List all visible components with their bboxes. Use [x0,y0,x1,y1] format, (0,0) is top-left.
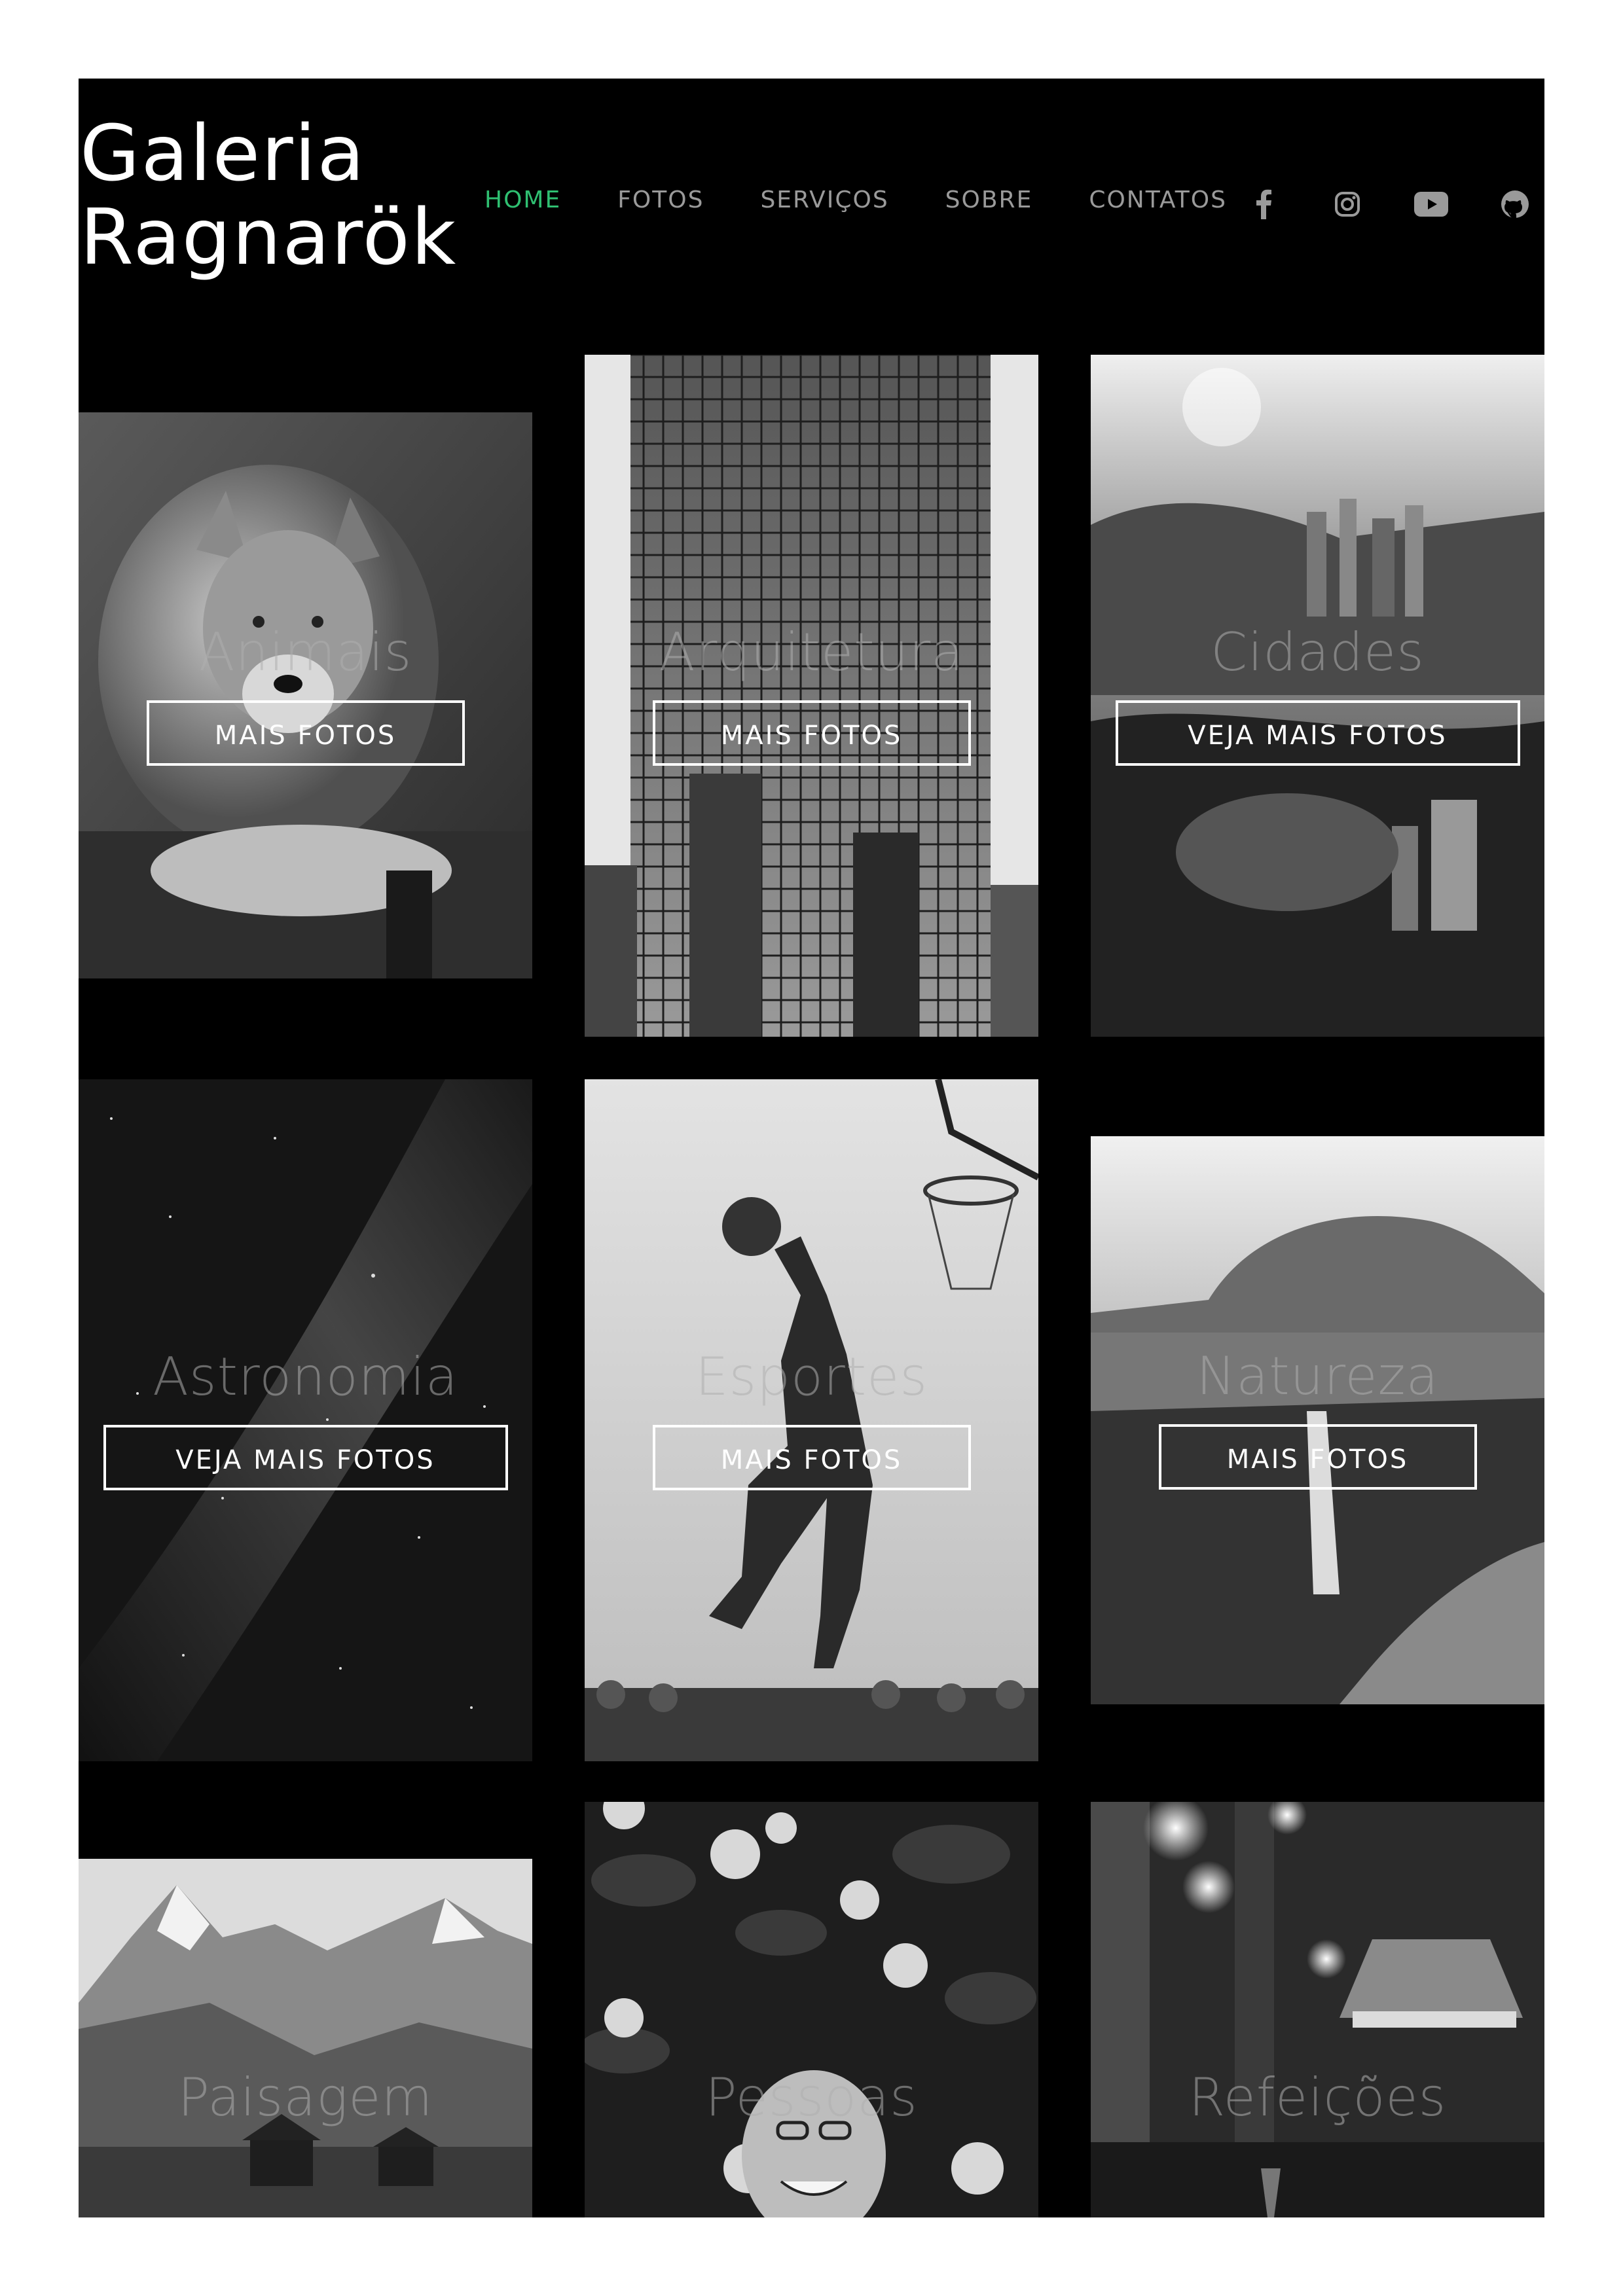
nav-servicos[interactable]: SERVIÇOS [760,187,888,213]
gallery-card-natureza[interactable]: Natureza MAIS FOTOS [1091,1136,1544,1704]
city-aerial-photo [1091,355,1544,1037]
gallery-card-refeicoes[interactable]: Refeições [1091,1802,1544,2217]
social-links [1244,185,1535,224]
nav-home[interactable]: HOME [484,187,561,213]
wolf-photo [79,412,532,978]
restaurant-photo [1091,1802,1544,2217]
card-title: Astronomia [153,1346,458,1407]
card-title: Paisagem [177,2067,433,2128]
more-photos-button[interactable]: MAIS FOTOS [652,700,971,766]
main-nav: HOME FOTOS SERVIÇOS SOBRE CONTATOS [484,187,1227,213]
site-logo[interactable]: Galeria Ragnarök [80,111,457,279]
more-photos-button[interactable]: MAIS FOTOS [146,700,465,766]
waterfall-cliff-photo [1091,1136,1544,1704]
gallery-card-astronomia[interactable]: Astronomia VEJA MAIS FOTOS [79,1079,532,1761]
nav-contatos[interactable]: CONTATOS [1089,187,1227,213]
card-title: Animais [198,622,412,683]
card-title: Arquitetura [659,622,964,683]
gallery-card-esportes[interactable]: Esportes MAIS FOTOS [585,1079,1038,1761]
building-photo [585,355,1038,1037]
page-frame: Galeria Ragnarök HOME FOTOS SERVIÇOS SOB… [79,79,1544,2217]
logo-line-1: Galeria [80,108,366,198]
card-title: Natureza [1196,1346,1439,1407]
more-photos-button[interactable]: MAIS FOTOS [1158,1424,1477,1490]
card-title: Cidades [1211,622,1425,683]
woman-flowers-photo [585,1802,1038,2217]
gallery-card-pessoas[interactable]: Pessoas [585,1802,1038,2217]
more-photos-button[interactable]: VEJA MAIS FOTOS [103,1425,508,1490]
mountain-village-photo [79,1859,532,2217]
gallery-card-paisagem[interactable]: Paisagem [79,1859,532,2217]
github-icon[interactable] [1495,185,1535,224]
gallery-card-cidades[interactable]: Cidades VEJA MAIS FOTOS [1091,355,1544,1037]
card-title: Pessoas [705,2067,918,2128]
card-title: Refeições [1188,2067,1447,2128]
basketball-photo [585,1079,1038,1761]
logo-line-2: Ragnarök [80,192,458,282]
more-photos-button[interactable]: VEJA MAIS FOTOS [1115,700,1520,766]
more-photos-button[interactable]: MAIS FOTOS [652,1425,971,1490]
nav-sobre[interactable]: SOBRE [945,187,1033,213]
nav-fotos[interactable]: FOTOS [617,187,704,213]
gallery-card-animais[interactable]: Animais MAIS FOTOS [79,412,532,978]
card-title: Esportes [695,1346,928,1407]
facebook-icon[interactable] [1244,185,1283,224]
gallery-card-arquitetura[interactable]: Arquitetura MAIS FOTOS [585,355,1038,1037]
youtube-icon[interactable] [1412,185,1451,224]
instagram-icon[interactable] [1328,185,1367,224]
milky-way-photo [79,1079,532,1761]
